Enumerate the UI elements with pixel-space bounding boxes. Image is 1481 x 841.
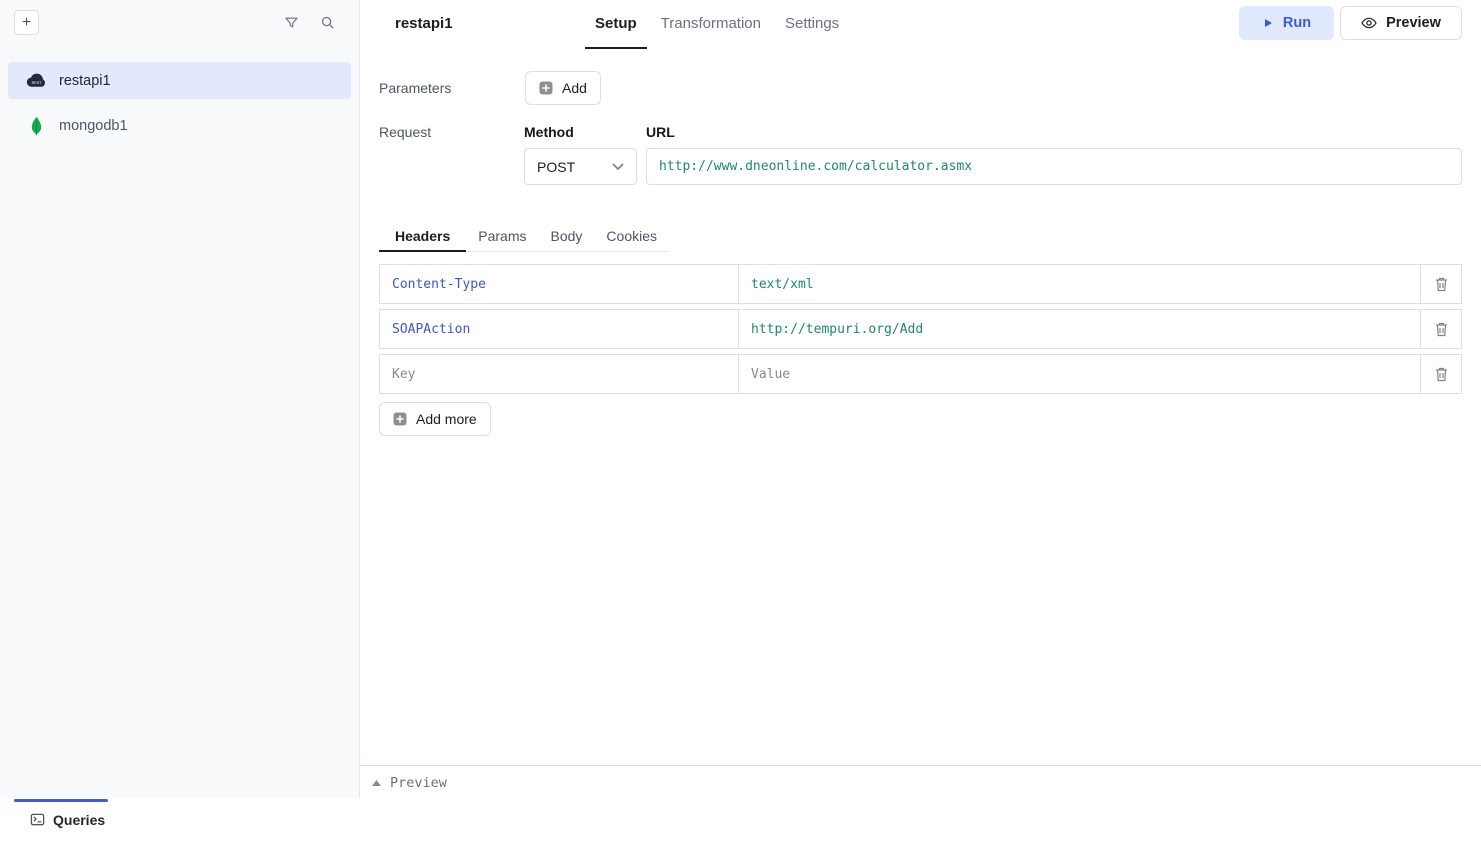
method-select[interactable]: POST <box>524 148 637 185</box>
page-title: restapi1 <box>395 15 453 32</box>
header-key-cell <box>380 265 739 303</box>
tab-headers[interactable]: Headers <box>379 221 466 252</box>
main-tabs: Setup Transformation Settings <box>585 0 849 49</box>
trash-icon <box>1435 322 1448 337</box>
response-preview-toggle[interactable]: Preview <box>360 766 1481 791</box>
request-label-col: Request <box>379 124 524 185</box>
header-value-cell <box>739 355 1421 393</box>
tab-queries[interactable]: Queries <box>30 798 105 841</box>
tab-params[interactable]: Params <box>466 221 538 252</box>
url-col: URL <box>646 124 1462 185</box>
run-button[interactable]: Run <box>1239 6 1334 40</box>
header-value-cell <box>739 310 1421 348</box>
sidebar-toolbar: + <box>0 0 359 46</box>
sidebar-item-mongodb1[interactable]: mongodb1 <box>8 107 351 144</box>
header-value-input[interactable] <box>739 355 1420 393</box>
header-key-input[interactable] <box>380 310 738 348</box>
tab-cookies[interactable]: Cookies <box>594 221 669 252</box>
header-delete-cell <box>1421 265 1461 303</box>
header-delete-cell <box>1421 310 1461 348</box>
queries-tab-label: Queries <box>53 812 105 828</box>
main-header: restapi1 Setup Transformation Settings R… <box>360 0 1481 56</box>
delete-row-button[interactable] <box>1431 363 1452 386</box>
restapi-cloud-icon: REST <box>26 73 46 88</box>
header-key-input[interactable] <box>380 265 738 303</box>
queries-icon <box>30 812 45 827</box>
sidebar-item-label: restapi1 <box>59 73 111 89</box>
request-subtabs: Headers Params Body Cookies <box>379 221 669 252</box>
tab-body[interactable]: Body <box>539 221 595 252</box>
bottom-bar: Queries <box>0 798 360 841</box>
response-footer: Preview <box>360 765 1481 791</box>
header-value-input[interactable] <box>739 310 1420 348</box>
sidebar-item-restapi1[interactable]: REST restapi1 <box>8 62 351 99</box>
sidebar-toolbar-icons <box>284 15 335 30</box>
add-parameter-label: Add <box>562 80 587 96</box>
search-icon[interactable] <box>320 15 335 30</box>
plus-square-icon <box>539 81 553 95</box>
svg-text:REST: REST <box>32 81 43 85</box>
setup-content: Parameters Add Request Method POST <box>379 56 1462 436</box>
method-label: Method <box>524 124 637 140</box>
tab-setup[interactable]: Setup <box>585 0 647 49</box>
sidebar: + REST restapi1 mongodb <box>0 0 360 798</box>
request-label: Request <box>379 124 524 140</box>
preview-button-label: Preview <box>1386 15 1441 31</box>
header-value-input[interactable] <box>739 265 1420 303</box>
header-key-input[interactable] <box>380 355 738 393</box>
chevron-down-icon <box>612 163 624 171</box>
query-list: REST restapi1 mongodb1 <box>0 62 359 144</box>
eye-icon <box>1361 15 1377 31</box>
table-row <box>379 309 1462 349</box>
header-actions: Run Preview <box>1239 6 1462 40</box>
mongodb-leaf-icon <box>26 116 46 136</box>
add-more-label: Add more <box>416 411 477 427</box>
sidebar-item-label: mongodb1 <box>59 118 128 134</box>
delete-row-button[interactable] <box>1431 273 1452 296</box>
add-more-button[interactable]: Add more <box>379 402 491 436</box>
request-row: Request Method POST URL <box>379 124 1462 185</box>
parameters-row: Parameters Add <box>379 71 1462 105</box>
trash-icon <box>1435 367 1448 382</box>
url-label: URL <box>646 124 1462 140</box>
run-button-label: Run <box>1283 15 1311 31</box>
url-input[interactable] <box>646 148 1462 185</box>
method-selected-value: POST <box>537 159 575 175</box>
table-row <box>379 354 1462 394</box>
table-row <box>379 264 1462 304</box>
method-col: Method POST <box>524 124 637 185</box>
header-key-cell <box>380 310 739 348</box>
header-delete-cell <box>1421 355 1461 393</box>
trash-icon <box>1435 277 1448 292</box>
add-parameter-button[interactable]: Add <box>525 71 601 105</box>
add-more-wrap: Add more <box>379 402 1462 436</box>
caret-up-icon <box>372 780 381 786</box>
response-preview-label: Preview <box>390 775 447 791</box>
main-panel: restapi1 Setup Transformation Settings R… <box>360 0 1481 841</box>
header-value-cell <box>739 265 1421 303</box>
tab-settings[interactable]: Settings <box>775 0 849 49</box>
play-icon <box>1262 17 1274 29</box>
filter-icon[interactable] <box>284 15 299 30</box>
headers-table <box>379 264 1462 394</box>
tab-transformation[interactable]: Transformation <box>651 0 771 49</box>
new-query-button[interactable]: + <box>14 10 39 35</box>
preview-button[interactable]: Preview <box>1340 6 1462 40</box>
header-key-cell <box>380 355 739 393</box>
plus-square-icon <box>393 412 407 426</box>
delete-row-button[interactable] <box>1431 318 1452 341</box>
parameters-label: Parameters <box>379 80 525 96</box>
